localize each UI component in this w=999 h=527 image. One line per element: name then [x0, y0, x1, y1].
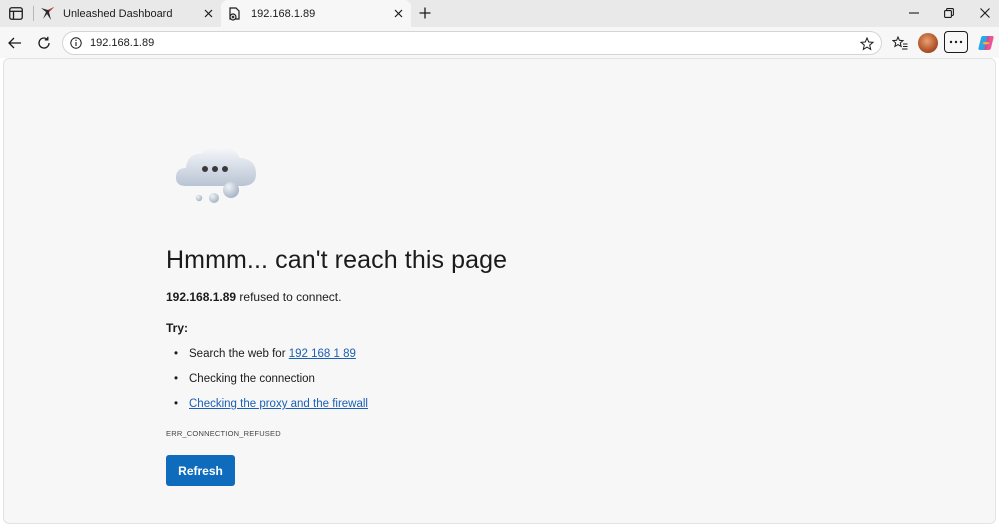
tab-actions-icon[interactable]	[6, 4, 26, 22]
bullet: •	[174, 398, 179, 410]
error-host: 192.168.1.89	[166, 290, 237, 304]
more-icon[interactable]	[944, 31, 968, 53]
close-window-icon[interactable]	[977, 5, 993, 21]
copilot-icon[interactable]	[976, 33, 996, 53]
suggestion-search: • Search the web for 192 168 1 89	[174, 348, 356, 360]
tab-bar: Unleashed Dashboard 192.168.1.89	[0, 0, 999, 27]
star-icon[interactable]	[859, 36, 874, 51]
search-web-link[interactable]: 192 168 1 89	[289, 348, 356, 360]
page-error-favicon	[227, 6, 243, 22]
error-headline: Hmmm... can't reach this page	[166, 246, 508, 274]
new-tab-icon[interactable]	[416, 4, 434, 22]
tab-title: Unleashed Dashboard	[63, 7, 173, 20]
tab-divider	[33, 6, 34, 21]
suggestion-proxy: • Checking the proxy and the firewall	[174, 398, 368, 410]
error-message: refused to connect.	[236, 290, 342, 304]
toolbar: 192.168.1.89	[0, 27, 999, 58]
info-icon[interactable]	[69, 36, 83, 50]
unleashed-favicon	[39, 6, 55, 22]
bullet: •	[174, 373, 179, 385]
proxy-firewall-link[interactable]: Checking the proxy and the firewall	[189, 398, 368, 410]
suggestion-connection: • Checking the connection	[174, 373, 315, 385]
tab-title: 192.168.1.89	[251, 7, 316, 20]
url-text[interactable]: 192.168.1.89	[90, 37, 154, 49]
bullet: •	[174, 348, 179, 360]
close-icon[interactable]	[201, 7, 215, 21]
minimize-icon[interactable]	[906, 5, 922, 21]
page-content	[3, 58, 996, 524]
suggestion-search-text: Search the web for	[189, 348, 289, 360]
refresh-button[interactable]: Refresh	[166, 455, 235, 486]
tab-unleashed-dashboard[interactable]: Unleashed Dashboard	[35, 0, 221, 27]
restore-icon[interactable]	[941, 5, 957, 21]
close-icon[interactable]	[391, 7, 405, 21]
suggestion-connection-text: Checking the connection	[189, 373, 315, 385]
address-bar[interactable]: 192.168.1.89	[62, 31, 882, 55]
try-label: Try:	[166, 321, 189, 335]
avatar[interactable]	[918, 33, 938, 53]
cloud-illustration	[172, 142, 262, 208]
error-description: 192.168.1.89 refused to connect.	[166, 290, 341, 304]
favorites-icon[interactable]	[890, 33, 910, 53]
back-arrow-icon[interactable]	[6, 34, 24, 52]
error-code: ERR_CONNECTION_REFUSED	[166, 429, 281, 438]
tab-192-168-1-89[interactable]: 192.168.1.89	[221, 0, 411, 27]
refresh-icon[interactable]	[35, 34, 53, 52]
